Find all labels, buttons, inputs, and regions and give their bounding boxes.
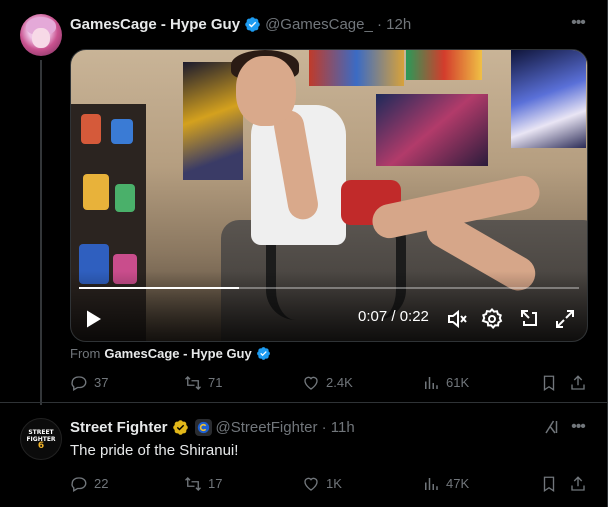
settings-gear-icon[interactable] — [480, 307, 504, 331]
tweet-header: Street Fighter @StreetFighter · 11h — [70, 417, 355, 437]
repost-button[interactable]: 71 — [184, 374, 222, 392]
grok-icon[interactable] — [543, 418, 561, 436]
share-icon — [571, 375, 585, 390]
play-icon[interactable] — [81, 307, 105, 331]
more-icon[interactable]: ••• — [568, 419, 588, 440]
popout-icon[interactable] — [518, 307, 542, 331]
views-icon — [425, 377, 438, 389]
bookmark-button[interactable] — [540, 475, 564, 493]
reply-button[interactable]: 22 — [70, 475, 108, 493]
tweet-actions: 37 71 2.4K 61K — [70, 374, 590, 394]
thread-line — [40, 60, 42, 405]
video-timecode: 0:07 / 0:22 — [358, 308, 429, 325]
share-button[interactable] — [569, 374, 593, 392]
affiliate-capcom-badge-icon — [194, 418, 212, 436]
verified-badge-icon — [256, 347, 270, 360]
from-name[interactable]: GamesCage - Hype Guy — [104, 346, 251, 361]
bookmark-icon — [543, 476, 555, 493]
share-icon — [571, 476, 585, 491]
from-prefix: From — [70, 346, 101, 361]
bookmark-button[interactable] — [540, 374, 564, 392]
share-button[interactable] — [569, 475, 593, 493]
avatar[interactable]: STREET FIGHTER 6 — [20, 418, 62, 460]
views-icon — [425, 478, 438, 490]
handle-and-time[interactable]: @GamesCage_ · 12h — [265, 16, 411, 33]
heart-icon — [304, 477, 318, 491]
tweet-header: GamesCage - Hype Guy @GamesCage_ · 12h — [70, 14, 411, 34]
like-button[interactable]: 1K — [302, 475, 342, 493]
handle-and-time[interactable]: @StreetFighter · 11h — [216, 419, 355, 436]
heart-icon — [304, 376, 318, 390]
avatar[interactable] — [20, 14, 62, 56]
video-progress-fill — [79, 287, 239, 289]
verified-badge-icon — [245, 16, 260, 32]
view-count: 47K — [446, 476, 470, 491]
repost-icon — [185, 477, 201, 491]
repost-count: 17 — [208, 476, 223, 491]
tweet-text: The pride of the Shiranui! — [70, 442, 239, 459]
view-count: 61K — [446, 375, 470, 390]
like-count: 2.4K — [326, 375, 353, 390]
display-name[interactable]: GamesCage - Hype Guy — [70, 16, 240, 33]
video-attribution: From GamesCage - Hype Guy — [70, 346, 275, 361]
bookmark-icon — [543, 375, 555, 392]
views-button[interactable]: 61K — [422, 374, 469, 392]
tweet-actions: 22 17 1K 47K — [70, 475, 590, 495]
video-progress-bar[interactable] — [79, 287, 579, 289]
timeline: GamesCage - Hype Guy @GamesCage_ · 12h •… — [0, 0, 608, 507]
video-player[interactable]: 0:07 / 0:22 — [70, 49, 588, 342]
display-name[interactable]: Street Fighter — [70, 419, 168, 436]
repost-icon — [185, 376, 201, 390]
tweet-divider — [0, 402, 608, 403]
reply-count: 37 — [94, 375, 109, 390]
more-icon[interactable]: ••• — [568, 15, 588, 36]
repost-count: 71 — [208, 375, 223, 390]
verified-gold-badge-icon — [172, 419, 188, 435]
fullscreen-icon[interactable] — [553, 307, 577, 331]
repost-button[interactable]: 17 — [184, 475, 222, 493]
street-fighter-logo: STREET FIGHTER 6 — [26, 428, 56, 451]
reply-count: 22 — [94, 476, 109, 491]
reply-button[interactable]: 37 — [70, 374, 108, 392]
views-button[interactable]: 47K — [422, 475, 469, 493]
like-count: 1K — [326, 476, 342, 491]
like-button[interactable]: 2.4K — [302, 374, 353, 392]
reply-icon — [71, 477, 87, 492]
volume-muted-icon[interactable] — [445, 307, 469, 331]
reply-icon — [71, 376, 87, 391]
